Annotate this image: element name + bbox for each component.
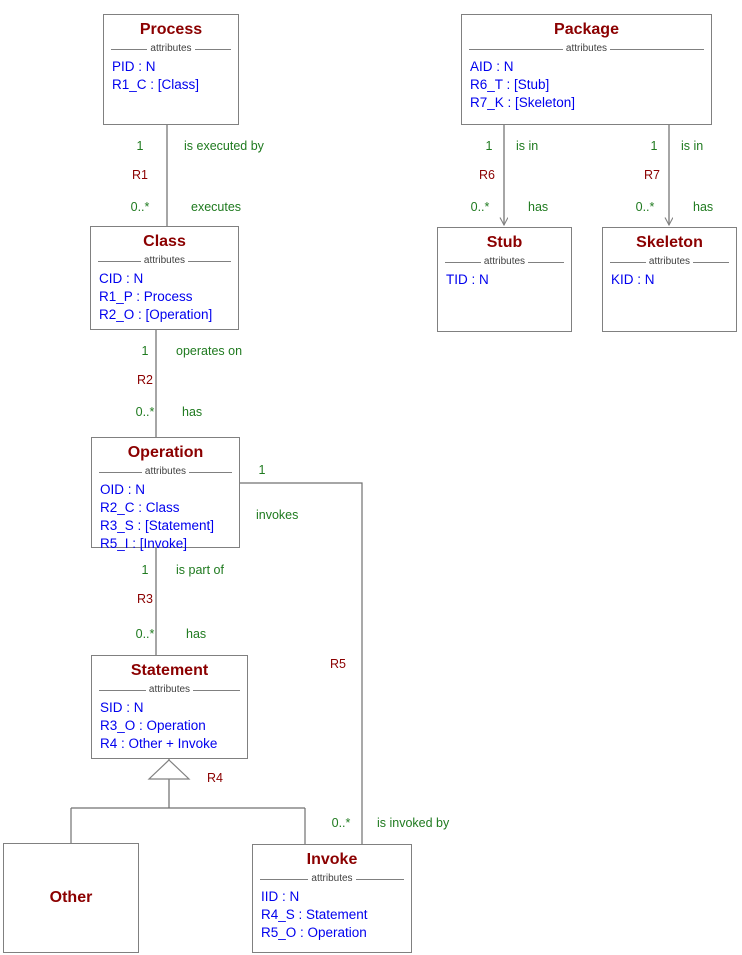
attribute-item: R3_S : [Statement]: [100, 518, 215, 533]
attributes-divider: attributes: [99, 466, 232, 478]
class-title-stub: Stub: [486, 234, 523, 251]
attribute-item: R4_S : Statement: [261, 907, 368, 922]
attribute-item: R5_I : [Invoke]: [100, 536, 188, 551]
attributes-divider: attributes: [260, 873, 404, 885]
attribute-item: R6_T : [Stub]: [470, 77, 550, 92]
r5-from-multiplicity: 1: [258, 463, 266, 477]
r6-to-multiplicity: 0..*: [470, 200, 490, 214]
attribute-item: TID : N: [446, 272, 489, 287]
attribute-item: CID : N: [99, 271, 144, 286]
class-title-skeleton: Skeleton: [636, 234, 703, 251]
r6-relation-label: R6: [479, 168, 495, 182]
class-title-package: Package: [554, 21, 619, 38]
generalization-triangle: [147, 759, 191, 780]
r3-to-role: has: [186, 627, 207, 641]
attribute-item: R1_P : Process: [99, 289, 193, 304]
r7-relation-label: R7: [644, 168, 660, 182]
class-box-process[interactable]: Process attributes PID : N R1_C : [Class…: [103, 14, 239, 125]
attribute-item: R4 : Other + Invoke: [100, 736, 218, 751]
class-box-statement[interactable]: Statement attributes SID : N R3_O : Oper…: [91, 655, 248, 759]
r3-from-multiplicity: 1: [141, 563, 149, 577]
r3-to-multiplicity: 0..*: [135, 627, 155, 641]
attribute-item: R7_K : [Skeleton]: [470, 95, 576, 110]
class-title-process: Process: [139, 21, 203, 38]
attribute-list-statement: SID : N R3_O : Operation R4 : Other + In…: [92, 697, 247, 753]
r5-to-multiplicity: 0..*: [331, 816, 351, 830]
attribute-item: PID : N: [112, 59, 156, 74]
uml-class-diagram: Process attributes PID : N R1_C : [Class…: [0, 0, 742, 955]
attributes-divider: attributes: [445, 256, 564, 268]
r7-from-multiplicity: 1: [650, 139, 658, 153]
r2-to-multiplicity: 0..*: [135, 405, 155, 419]
r2-from-role: operates on: [176, 344, 243, 358]
r1-from-multiplicity: 1: [136, 139, 144, 153]
r4-relation-label: R4: [207, 771, 223, 785]
r3-from-role: is part of: [176, 563, 224, 577]
r2-to-role: has: [182, 405, 203, 419]
r7-to-role: has: [693, 200, 714, 214]
attribute-item: R1_C : [Class]: [112, 77, 200, 92]
attribute-item: R5_O : Operation: [261, 925, 367, 940]
r7-to-multiplicity: 0..*: [635, 200, 655, 214]
attribute-item: KID : N: [611, 272, 655, 287]
class-title-operation: Operation: [127, 444, 204, 461]
r5-from-role: invokes: [256, 508, 299, 522]
attribute-list-skeleton: KID : N: [603, 269, 736, 289]
r1-to-multiplicity: 0..*: [130, 200, 150, 214]
attribute-item: R3_O : Operation: [100, 718, 206, 733]
attributes-divider: attributes: [469, 43, 704, 55]
attributes-divider: attributes: [99, 684, 240, 696]
attribute-item: R2_C : Class: [100, 500, 180, 515]
attributes-divider: attributes: [610, 256, 729, 268]
r7-from-role: is in: [681, 139, 704, 153]
class-box-invoke[interactable]: Invoke attributes IID : N R4_S : Stateme…: [252, 844, 412, 953]
attribute-list-stub: TID : N: [438, 269, 571, 289]
class-title-class: Class: [143, 233, 186, 250]
class-title-statement: Statement: [130, 662, 209, 679]
r2-from-multiplicity: 1: [141, 344, 149, 358]
attribute-item: SID : N: [100, 700, 144, 715]
attribute-item: OID : N: [100, 482, 146, 497]
attribute-item: IID : N: [261, 889, 300, 904]
class-box-operation[interactable]: Operation attributes OID : N R2_C : Clas…: [91, 437, 240, 551]
class-box-stub[interactable]: Stub attributes TID : N: [437, 227, 572, 332]
r5-to-role: is invoked by: [377, 816, 450, 830]
attributes-divider: attributes: [98, 255, 231, 267]
attribute-list-class: CID : N R1_P : Process R2_O : [Operation…: [91, 268, 238, 324]
r2-relation-label: R2: [137, 373, 153, 387]
attributes-divider: attributes: [111, 43, 231, 55]
r1-relation-label: R1: [132, 168, 148, 182]
attribute-list-process: PID : N R1_C : [Class]: [104, 56, 238, 94]
attribute-list-package: AID : N R6_T : [Stub] R7_K : [Skeleton]: [462, 56, 711, 112]
attribute-item: R2_O : [Operation]: [99, 307, 213, 322]
attribute-list-operation: OID : N R2_C : Class R3_S : [Statement] …: [92, 479, 239, 553]
class-box-class[interactable]: Class attributes CID : N R1_P : Process …: [90, 226, 239, 330]
attribute-list-invoke: IID : N R4_S : Statement R5_O : Operatio…: [253, 886, 411, 942]
r3-relation-label: R3: [137, 592, 153, 606]
class-title-other: Other: [49, 889, 93, 906]
class-title-invoke: Invoke: [306, 851, 358, 868]
r6-from-role: is in: [516, 139, 539, 153]
r1-to-role: executes: [191, 200, 242, 214]
class-box-skeleton[interactable]: Skeleton attributes KID : N: [602, 227, 737, 332]
r5-relation-label: R5: [330, 657, 346, 671]
attribute-item: AID : N: [470, 59, 514, 74]
r6-from-multiplicity: 1: [485, 139, 493, 153]
class-box-package[interactable]: Package attributes AID : N R6_T : [Stub]…: [461, 14, 712, 125]
r6-to-role: has: [528, 200, 549, 214]
class-box-other[interactable]: Other: [3, 843, 139, 953]
r1-from-role: is executed by: [184, 139, 264, 153]
